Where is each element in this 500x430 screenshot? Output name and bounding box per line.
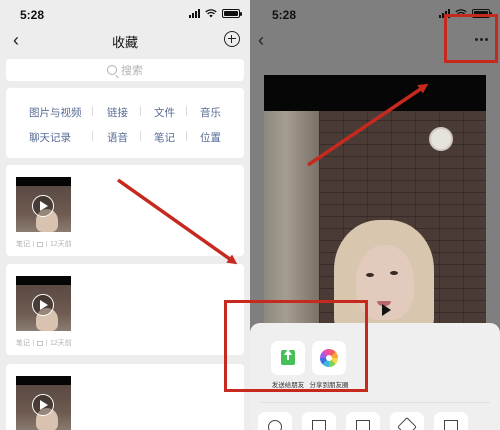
search-input[interactable]: 搜索	[6, 59, 244, 81]
category-panel: 图片与视频 链接 文件 音乐 聊天记录 语音 笔记 位置	[6, 88, 244, 158]
list-item[interactable]: 笔记 12天前	[6, 165, 244, 256]
image-icon	[356, 420, 370, 430]
highlight-share-options	[224, 300, 368, 392]
search-placeholder: 搜索	[121, 65, 143, 77]
category-photos-videos[interactable]: 图片与视频	[29, 105, 82, 120]
play-icon	[32, 394, 54, 416]
item-type: 笔记	[16, 241, 30, 248]
video-player[interactable]	[264, 75, 486, 325]
list-item[interactable]	[6, 364, 244, 430]
video-thumbnail	[16, 376, 71, 430]
trash-icon	[444, 420, 458, 430]
search-icon	[107, 65, 117, 75]
wifi-icon	[205, 9, 217, 18]
category-notes[interactable]: 笔记	[154, 130, 175, 145]
favorites-screen: 5:28 ‹ 收藏 搜索 图片与视频 链接 文件 音乐 聊天记录 语音 笔记 位…	[0, 0, 250, 430]
category-music[interactable]: 音乐	[200, 105, 221, 120]
tag-action-button[interactable]	[390, 412, 424, 430]
battery-icon	[222, 9, 242, 18]
signal-icon	[189, 9, 200, 18]
page-title: 收藏	[111, 35, 138, 50]
edit-action-button[interactable]	[302, 412, 336, 430]
video-thumbnail	[16, 276, 71, 331]
item-time: 12天前	[50, 340, 72, 347]
play-icon	[32, 195, 54, 217]
image-action-button[interactable]	[346, 412, 380, 430]
category-links[interactable]: 链接	[107, 105, 128, 120]
video-thumbnail	[16, 177, 71, 232]
play-icon[interactable]	[382, 304, 391, 316]
item-type: 笔记	[16, 340, 30, 347]
category-chat-history[interactable]: 聊天记录	[29, 130, 71, 145]
delete-action-button[interactable]	[434, 412, 468, 430]
play-icon	[32, 294, 54, 316]
search-action-button[interactable]	[258, 412, 292, 430]
edit-icon	[312, 420, 326, 430]
search-icon	[268, 420, 282, 430]
tag-icon	[397, 417, 417, 430]
status-time: 5:28	[272, 8, 297, 22]
add-icon[interactable]	[224, 31, 240, 47]
back-button[interactable]: ‹	[258, 30, 274, 50]
clock-decor	[429, 127, 453, 151]
highlight-more-options	[444, 14, 498, 63]
category-location[interactable]: 位置	[200, 130, 221, 145]
category-voice[interactable]: 语音	[107, 130, 128, 145]
note-icon	[37, 241, 43, 247]
status-bar: 5:28	[0, 0, 250, 30]
list-item[interactable]: 笔记 12天前	[6, 264, 244, 355]
status-time: 5:28	[20, 8, 45, 22]
item-time: 12天前	[50, 241, 72, 248]
note-icon	[37, 340, 43, 346]
category-files[interactable]: 文件	[154, 105, 175, 120]
nav-bar: ‹ 收藏	[0, 28, 250, 54]
